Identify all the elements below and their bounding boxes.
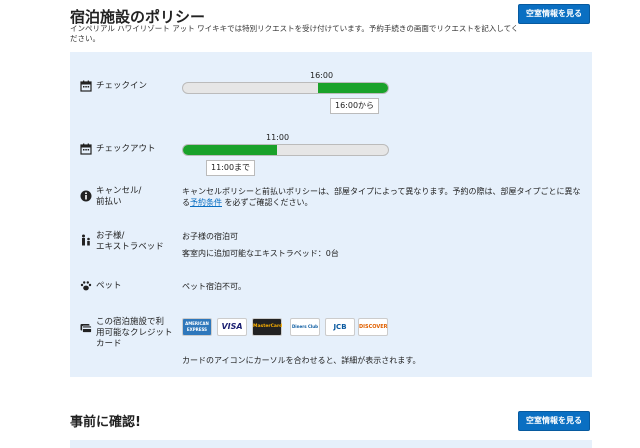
booking-conditions-link[interactable]: 予約条件 [190, 198, 222, 207]
info-icon [80, 190, 92, 202]
amex-card[interactable]: AMERICAN EXPRESS [182, 318, 212, 336]
cancel-text-after: を必ずご確認ください。 [222, 198, 313, 207]
credit-card-icon [80, 322, 92, 334]
calendar-icon [80, 143, 92, 155]
children-label-line1: お子様/ [96, 231, 125, 241]
checkout-bar [182, 144, 389, 156]
children-label: お子様/ エキストラベッド [96, 231, 164, 253]
visa-card[interactable]: VISA [217, 318, 247, 336]
checkin-time: 16:00 [310, 71, 334, 80]
children-label-line2: エキストラベッド [96, 242, 164, 252]
cancel-label-line2: 前払い [96, 197, 122, 207]
discover-card[interactable]: DISCOVER [358, 318, 388, 336]
pets-text: ペット宿泊不可。 [182, 282, 246, 291]
availability-button-bottom[interactable]: 空室情報を見る [518, 411, 590, 431]
checkout-bar-fill [183, 145, 278, 155]
cards-label: この宿泊施設で利 用可能なクレジット カード [96, 317, 173, 350]
cards-label-line1: この宿泊施設で利 [96, 317, 165, 327]
precheck-panel [70, 440, 592, 448]
cancel-label-line1: キャンセル/ [96, 186, 142, 196]
cards-hint: カードのアイコンにカーソルを合わせると、詳細が表示されます。 [182, 356, 421, 365]
calendar-icon [80, 80, 92, 92]
section-title: 事前に確認! [70, 415, 141, 430]
checkin-bar [182, 82, 389, 94]
children-text-2: 客室内に追加可能なエキストラベッド：0台 [182, 249, 339, 258]
checkout-callout: 11:00まで [206, 160, 256, 176]
availability-button-top[interactable]: 空室情報を見る [518, 4, 590, 24]
mastercard-card[interactable]: MasterCard [252, 318, 282, 336]
paw-icon [80, 280, 92, 292]
cards-label-line2: 用可能なクレジット [96, 328, 173, 338]
cancel-label: キャンセル/ 前払い [96, 186, 141, 208]
cards-label-line3: カード [96, 339, 122, 349]
jcb-card[interactable]: JCB [325, 318, 355, 336]
page-subtitle: インペリアル ハワイリゾート アット ワイキキでは特別リクエストを受け付けていま… [70, 24, 519, 43]
checkin-bar-fill [318, 83, 388, 93]
checkin-callout: 16:00から [330, 98, 380, 114]
checkout-label: チェックアウト [96, 144, 156, 154]
pets-label: ペット [96, 281, 122, 291]
children-text-1: お子様の宿泊可 [182, 232, 238, 241]
cancel-text: キャンセルポリシーと前払いポリシーは、部屋タイプによって異なります。予約の際は、… [182, 186, 587, 208]
diners-card[interactable]: Diners Club [290, 318, 320, 336]
checkin-label: チェックイン [96, 81, 148, 91]
checkout-time: 11:00 [266, 133, 290, 142]
family-icon [80, 234, 92, 246]
